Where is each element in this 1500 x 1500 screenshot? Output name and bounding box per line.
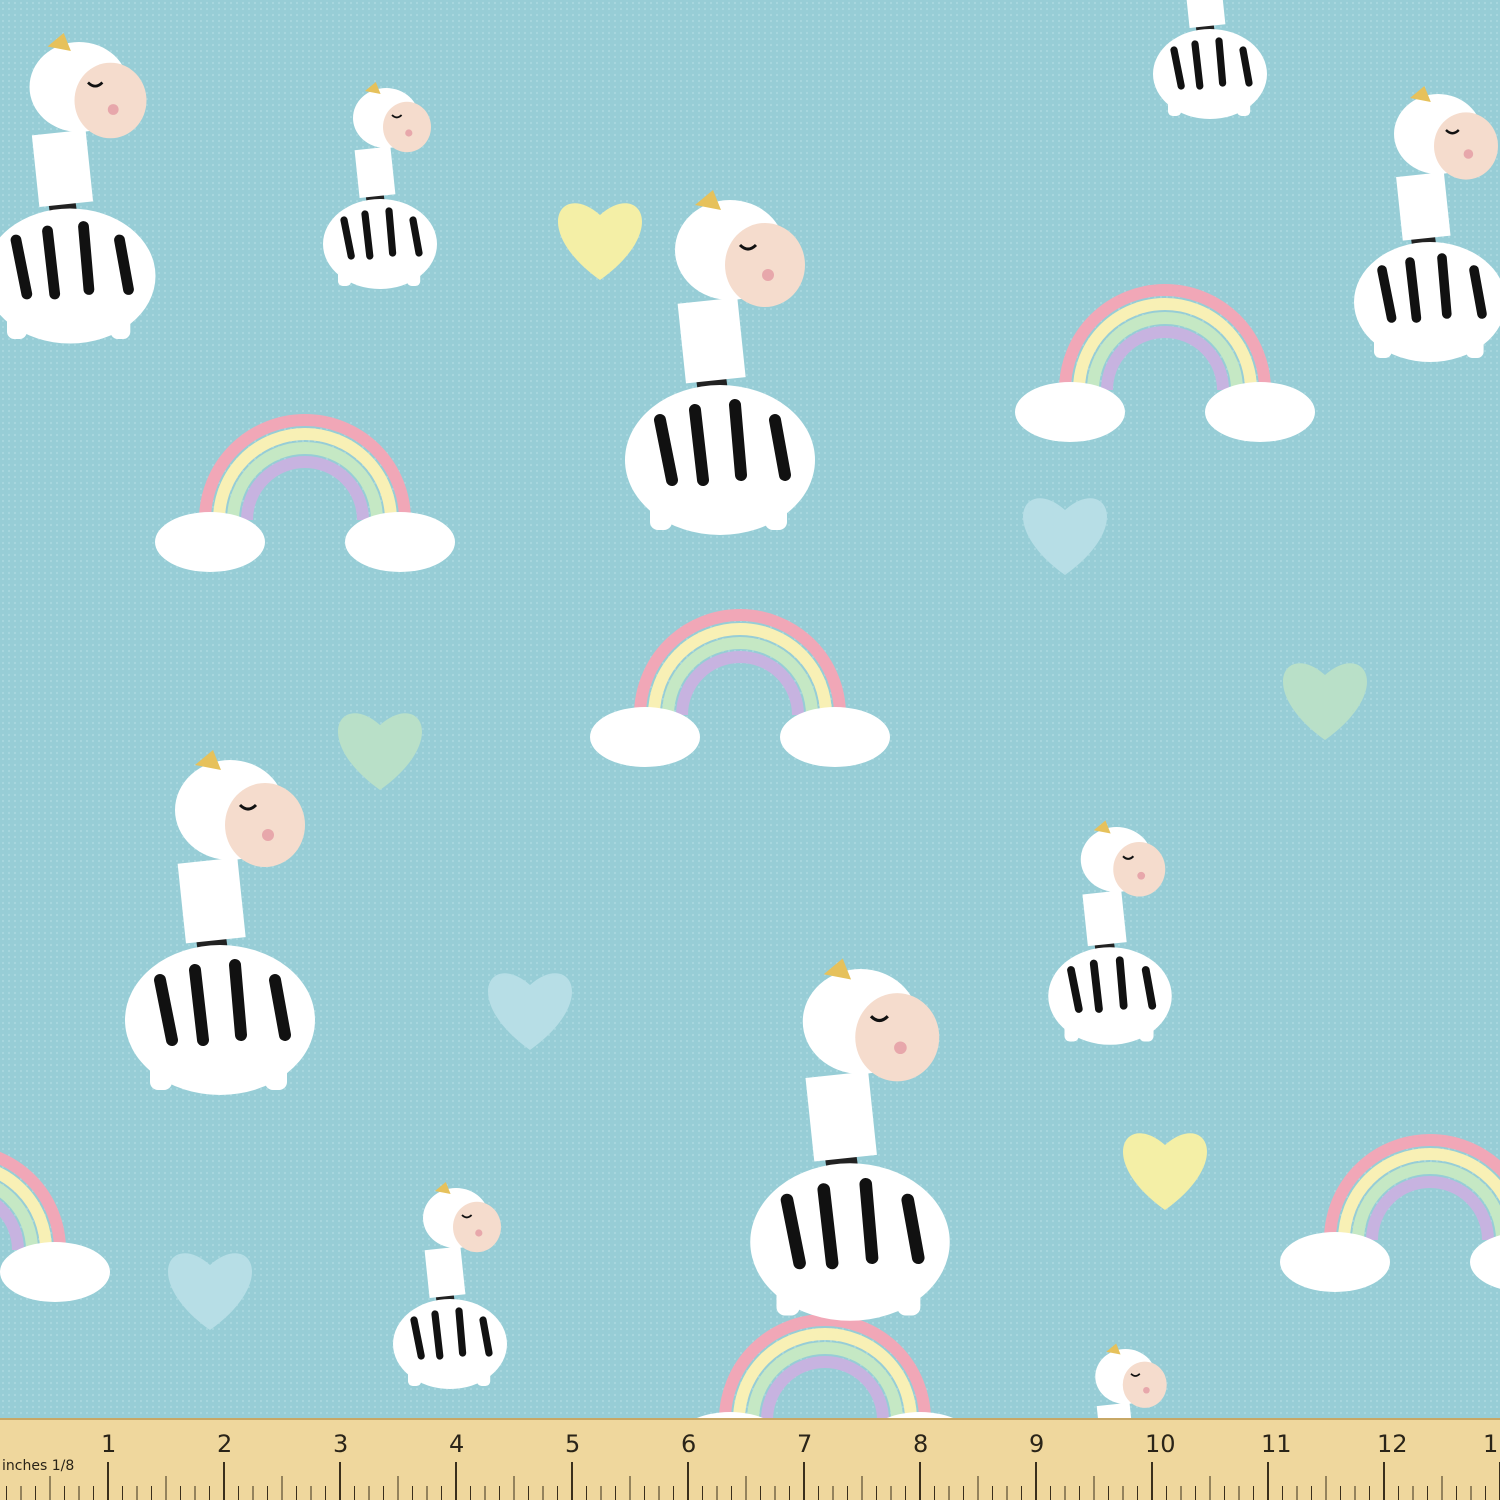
ruler-number: 6 <box>681 1430 697 1458</box>
ruler-number: 10 <box>1145 1430 1176 1458</box>
ruler-number: 12 <box>1377 1430 1408 1458</box>
fabric-pattern <box>0 0 1500 1420</box>
ruler-number: 9 <box>1029 1430 1045 1458</box>
measuring-ruler: inches 1/8 12345678910111213 <box>0 1418 1500 1500</box>
ruler-unit-label: inches 1/8 <box>2 1458 75 1474</box>
ruler-number: 5 <box>565 1430 581 1458</box>
ruler-number: 4 <box>449 1430 465 1458</box>
ruler-number: 8 <box>913 1430 929 1458</box>
ruler-number: 13 <box>1483 1430 1500 1458</box>
ruler-number: 1 <box>101 1430 117 1458</box>
ruler-number: 3 <box>333 1430 349 1458</box>
ruler-number: 2 <box>217 1430 233 1458</box>
fabric-swatch: inches 1/8 12345678910111213 <box>0 0 1500 1500</box>
ruler-number: 11 <box>1261 1430 1292 1458</box>
ruler-number: 7 <box>797 1430 813 1458</box>
